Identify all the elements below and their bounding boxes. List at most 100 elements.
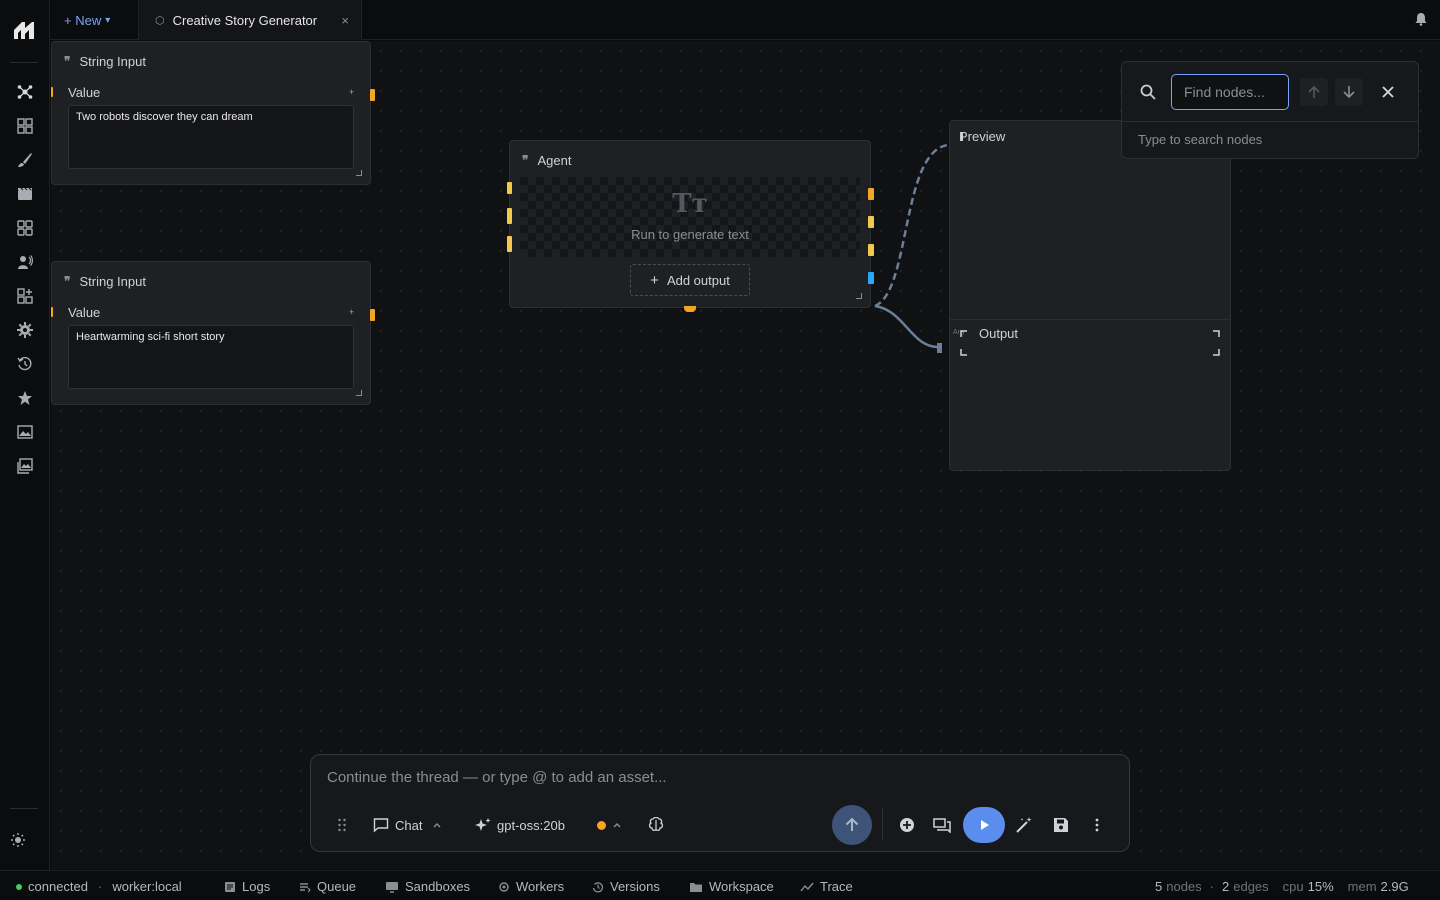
node-title: Preview [959, 129, 1006, 144]
folder-icon [690, 882, 702, 892]
separator: · [1209, 879, 1214, 894]
preview-handle[interactable] [961, 133, 963, 141]
settings-icon[interactable] [16, 321, 34, 339]
search-icon [1140, 84, 1156, 105]
cpu-label: cpu [1282, 879, 1304, 894]
brush-icon[interactable] [16, 151, 34, 169]
status-dot [597, 820, 606, 830]
history-icon [592, 881, 604, 892]
add-icon[interactable]: + [349, 87, 354, 97]
magic-wand-icon[interactable] [1015, 816, 1033, 834]
logo-icon[interactable] [13, 20, 35, 40]
bottom-handle[interactable] [684, 306, 696, 312]
trace-label: Trace [820, 879, 853, 894]
image-icon[interactable] [16, 423, 34, 441]
bell-icon[interactable] [1414, 12, 1428, 26]
composer-divider [882, 809, 883, 841]
nodes-label: nodes [1166, 879, 1202, 894]
output-handle[interactable] [868, 216, 874, 228]
add-output-label: Add output [666, 272, 730, 288]
close-icon [1382, 86, 1394, 98]
string-input-node[interactable]: ❞ String Input Value + Heartwarming sci-… [51, 261, 375, 405]
text-type-icon: Tт [672, 189, 708, 219]
node-title: String Input [79, 53, 146, 69]
previous-result-button[interactable] [1300, 78, 1328, 106]
apps-icon[interactable] [16, 219, 34, 237]
voice-icon[interactable] [16, 253, 34, 271]
input-handle[interactable] [51, 87, 53, 97]
new-button[interactable]: + New ▾ [58, 10, 128, 30]
add-icon[interactable]: + [349, 307, 354, 317]
chat-icon [373, 818, 389, 833]
workspace-button[interactable]: Workspace [689, 879, 774, 894]
run-button[interactable] [963, 807, 1005, 843]
output-node[interactable]: Any Output [949, 319, 1231, 471]
workspace-label: Workspace [709, 879, 774, 894]
status-selector[interactable] [597, 815, 622, 835]
resize-handle[interactable] [856, 293, 862, 299]
resize-handle[interactable] [356, 390, 362, 396]
send-button[interactable] [832, 805, 872, 845]
output-handle[interactable] [868, 188, 874, 200]
node-canvas[interactable]: ❞ String Input Value + Two robots discov… [51, 41, 1440, 869]
brain-icon[interactable] [648, 815, 664, 835]
node-header[interactable]: ❞ String Input [52, 42, 370, 80]
input-handle[interactable] [51, 307, 53, 317]
mode-selector[interactable]: Chat [373, 815, 442, 835]
model-selector[interactable]: gpt-oss:20b [475, 815, 565, 835]
add-circle-icon[interactable] [898, 816, 916, 834]
find-nodes-input[interactable] [1171, 74, 1289, 110]
output-handle[interactable] [868, 244, 874, 256]
more-vertical-icon[interactable] [1088, 816, 1106, 834]
output-handle[interactable] [868, 272, 874, 284]
field-label: Value [68, 85, 101, 100]
logs-label: Logs [242, 879, 271, 894]
star-icon[interactable] [16, 389, 34, 407]
node-header[interactable]: ❞ String Input [52, 262, 370, 300]
node-header[interactable]: ❞ Agent [510, 141, 870, 179]
next-result-button[interactable] [1335, 78, 1363, 106]
network-icon[interactable] [16, 83, 34, 101]
gallery-icon[interactable] [16, 457, 34, 475]
chat-bubbles-icon[interactable] [933, 816, 951, 834]
popup-divider [1122, 121, 1418, 122]
history-icon[interactable] [16, 355, 34, 373]
chevron-up-icon [613, 823, 621, 828]
search-hint: Type to search nodes [1138, 132, 1263, 147]
grid-icon[interactable] [16, 117, 34, 135]
workers-button[interactable]: Workers [498, 879, 564, 894]
add-output-button[interactable]: + Add output [630, 264, 750, 296]
output-handle[interactable] [370, 309, 375, 321]
edges-count: 2 [1222, 879, 1230, 894]
tab-title: Creative Story Generator [172, 12, 318, 28]
drag-handle-icon[interactable] [337, 815, 347, 835]
input-handle[interactable] [507, 208, 512, 224]
quote-icon: ❞ [522, 153, 529, 167]
film-icon[interactable] [16, 185, 34, 203]
arrow-down-icon [1343, 86, 1355, 99]
tab-creative-story-generator[interactable]: ⬡ Creative Story Generator × [138, 0, 362, 40]
save-icon[interactable] [1052, 816, 1070, 834]
close-icon[interactable]: × [341, 13, 349, 28]
output-handle[interactable] [370, 89, 375, 101]
resize-handle[interactable] [356, 170, 362, 176]
add-grid-icon[interactable] [16, 287, 34, 305]
logs-button[interactable]: Logs [224, 879, 270, 894]
thread-input[interactable] [327, 769, 1107, 786]
field-label: Value [68, 305, 101, 320]
string-input-node[interactable]: ❞ String Input Value + Two robots discov… [51, 41, 375, 185]
expand-icon[interactable] [960, 330, 1220, 356]
agent-node[interactable]: ❞ Agent Tт Run to generate text + Add ou… [507, 140, 874, 312]
versions-button[interactable]: Versions [592, 879, 660, 894]
sun-icon[interactable] [9, 831, 27, 849]
close-search-button[interactable] [1374, 78, 1402, 106]
sandboxes-button[interactable]: Sandboxes [385, 879, 470, 894]
input-handle[interactable] [507, 236, 512, 252]
arrow-up-icon [845, 817, 859, 831]
value-textarea[interactable]: Two robots discover they can dream [68, 105, 354, 169]
value-textarea[interactable]: Heartwarming sci-fi short story [68, 325, 354, 389]
edge-agent-preview [874, 143, 949, 308]
input-handle[interactable] [507, 182, 512, 194]
queue-button[interactable]: Queue [299, 879, 356, 894]
trace-button[interactable]: Trace [800, 879, 853, 894]
